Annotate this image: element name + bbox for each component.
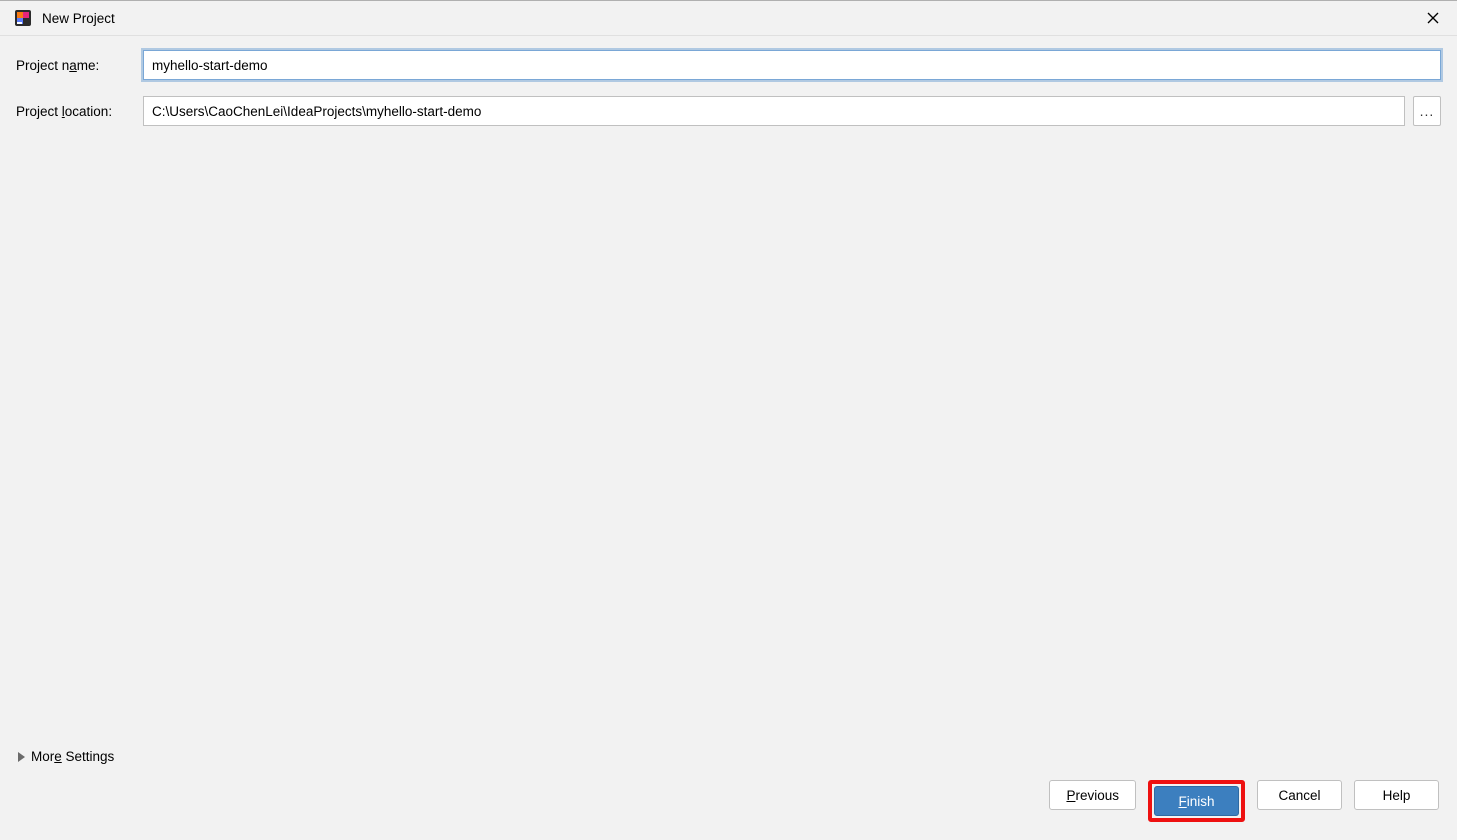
- dialog-content: Project name: Project location: ... More…: [0, 36, 1457, 840]
- project-name-label: Project name:: [16, 58, 143, 73]
- more-settings-label: More Settings: [31, 749, 114, 764]
- chevron-right-icon: [18, 752, 25, 762]
- previous-button[interactable]: Previous: [1049, 780, 1136, 810]
- title-bar: New Project: [0, 1, 1457, 36]
- intellij-icon: [14, 9, 32, 27]
- project-location-input[interactable]: [143, 96, 1405, 126]
- project-name-row: Project name:: [16, 50, 1441, 80]
- project-location-row: Project location: ...: [16, 96, 1441, 126]
- help-button[interactable]: Help: [1354, 780, 1439, 810]
- project-location-label: Project location:: [16, 104, 143, 119]
- content-spacer: [16, 142, 1441, 741]
- finish-button[interactable]: Finish: [1154, 786, 1239, 816]
- dialog-buttons: Previous Finish Cancel Help: [16, 780, 1441, 840]
- cancel-button[interactable]: Cancel: [1257, 780, 1342, 810]
- window-title: New Project: [42, 11, 115, 26]
- project-name-input[interactable]: [143, 50, 1441, 80]
- close-button[interactable]: [1419, 4, 1447, 32]
- browse-location-button[interactable]: ...: [1413, 96, 1441, 126]
- more-settings-toggle[interactable]: More Settings: [16, 741, 1441, 780]
- title-bar-left: New Project: [14, 9, 115, 27]
- finish-highlight: Finish: [1148, 780, 1245, 822]
